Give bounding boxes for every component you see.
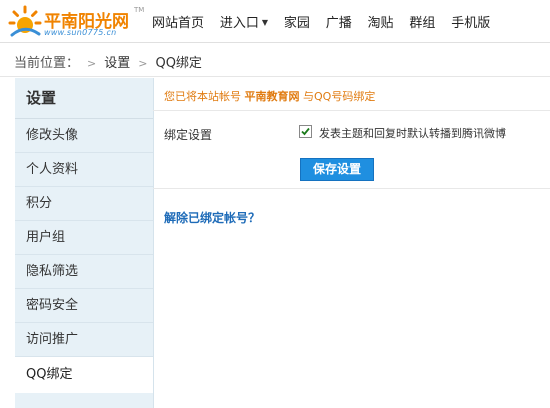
sidebar-item-profile[interactable]: 个人资料	[15, 153, 153, 187]
site-logo[interactable]: 平南阳光网 TM www.sun0775.cn	[8, 4, 148, 38]
binding-notice: 您已将本站帐号 平南教育网 与QQ号码绑定	[164, 88, 375, 104]
breadcrumb-prefix: 当前位置：	[14, 56, 80, 71]
sun-logo-icon	[8, 5, 42, 37]
nav-collection[interactable]: 淘贴	[368, 12, 394, 31]
chevron-right-icon: >	[138, 57, 148, 70]
settings-sidebar: 设置 修改头像 个人资料 积分 用户组 隐私筛选 密码安全 访问推广 QQ绑定	[15, 78, 154, 408]
divider	[153, 110, 550, 111]
site-header: 平南阳光网 TM www.sun0775.cn 网站首页 进入口 ▼ 家园 广播 …	[0, 0, 550, 43]
breadcrumb: 当前位置： > 设置 > QQ绑定	[0, 43, 550, 77]
sidebar-item-usergroup[interactable]: 用户组	[15, 221, 153, 255]
save-settings-button[interactable]: 保存设置	[300, 158, 374, 181]
breadcrumb-settings-link[interactable]: 设置	[104, 56, 130, 71]
sidebar-title: 设置	[15, 78, 153, 119]
nav-mobile[interactable]: 手机版	[451, 12, 490, 31]
nav-home-space[interactable]: 家园	[284, 12, 310, 31]
breadcrumb-current: QQ绑定	[155, 56, 202, 71]
nav-broadcast[interactable]: 广播	[326, 12, 352, 31]
divider	[153, 188, 550, 189]
chevron-right-icon: >	[87, 57, 97, 70]
main-content: 您已将本站帐号 平南教育网 与QQ号码绑定 绑定设置 发表主题和回复时默认转播到…	[153, 78, 550, 400]
sidebar-item-avatar[interactable]: 修改头像	[15, 119, 153, 153]
nav-entrance-label: 进入口	[219, 16, 259, 31]
sidebar-item-promotion[interactable]: 访问推广	[15, 323, 153, 357]
logo-url: www.sun0775.cn	[44, 28, 117, 37]
nav-home[interactable]: 网站首页	[152, 12, 204, 31]
main-nav: 网站首页 进入口 ▼ 家园 广播 淘贴 群组 手机版	[152, 12, 502, 32]
bind-settings-label: 绑定设置	[164, 128, 213, 142]
notice-text-post: 与QQ号码绑定	[303, 90, 376, 103]
notice-text-pre: 您已将本站帐号	[164, 90, 241, 103]
notice-site-name: 平南教育网	[244, 90, 300, 103]
caret-down-icon: ▼	[261, 18, 269, 27]
sidebar-item-qq-binding[interactable]: QQ绑定	[15, 357, 153, 393]
weibo-repost-checkbox[interactable]	[299, 125, 312, 138]
nav-groups[interactable]: 群组	[409, 12, 435, 31]
logo-trademark: TM	[134, 6, 145, 14]
unbind-account-link[interactable]: 解除已绑定帐号？	[164, 209, 260, 226]
weibo-repost-label[interactable]: 发表主题和回复时默认转播到腾讯微博	[319, 125, 506, 141]
checkmark-icon	[301, 127, 310, 136]
nav-entrance[interactable]: 进入口 ▼	[220, 12, 268, 31]
sidebar-item-credits[interactable]: 积分	[15, 187, 153, 221]
sidebar-item-password-security[interactable]: 密码安全	[15, 289, 153, 323]
sidebar-item-privacy[interactable]: 隐私筛选	[15, 255, 153, 289]
